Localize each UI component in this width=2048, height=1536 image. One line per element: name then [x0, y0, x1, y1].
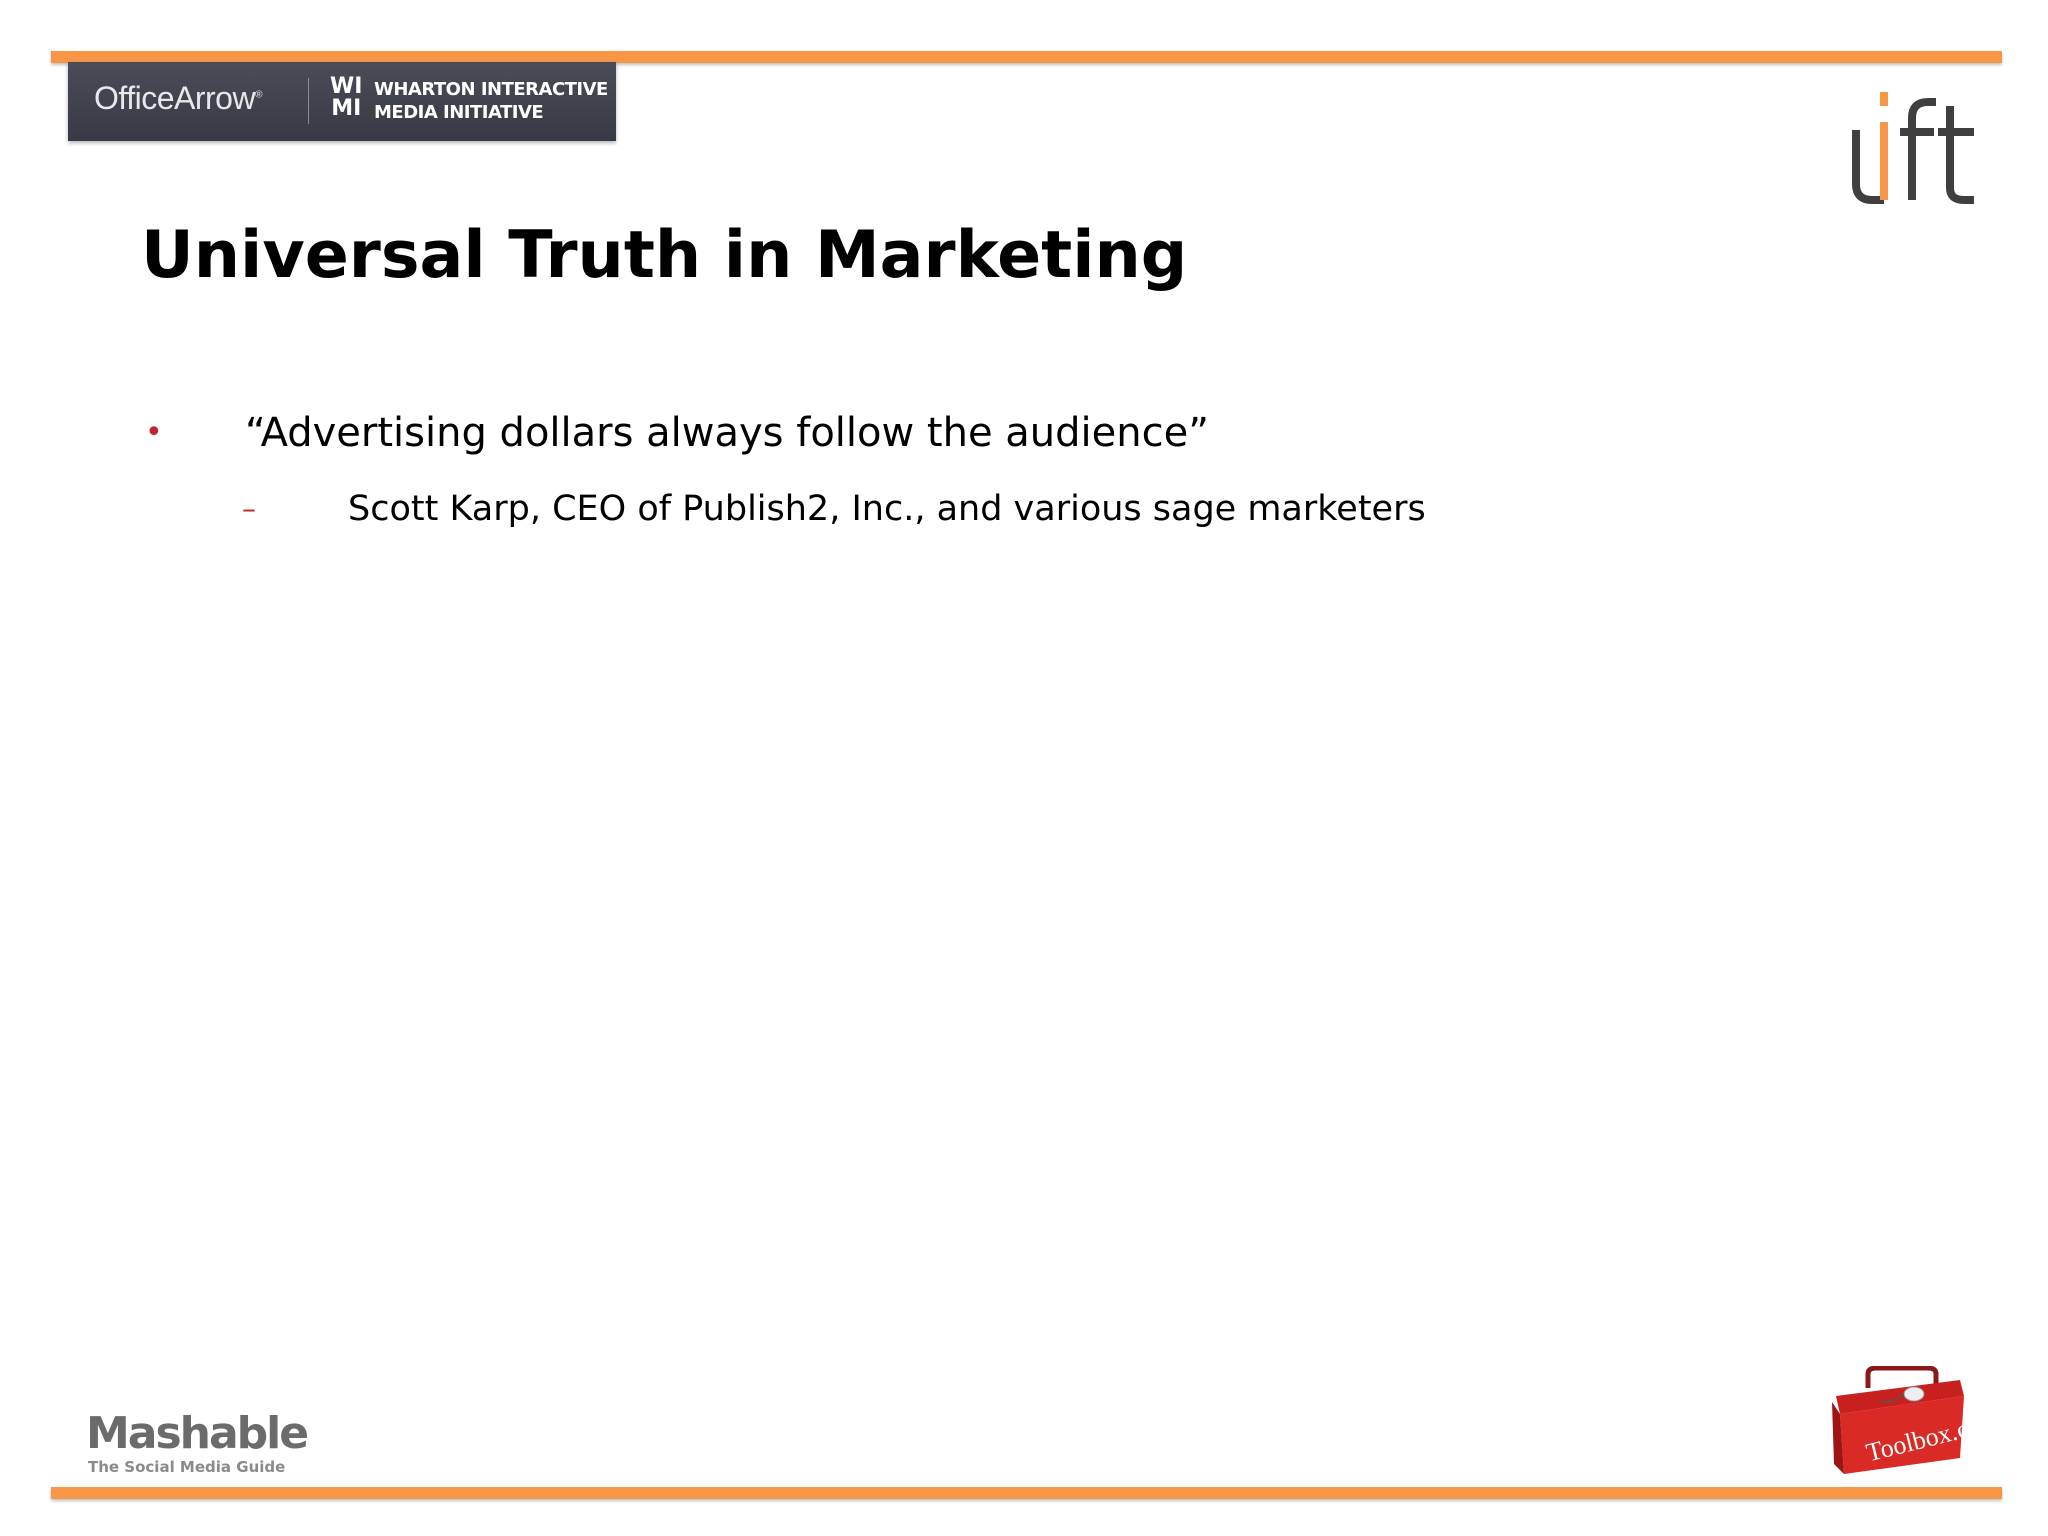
bottom-accent-bar [51, 1487, 2002, 1499]
mashable-logo-tagline: The Social Media Guide [88, 1458, 286, 1476]
mashable-logo-name: Mashable [86, 1408, 309, 1459]
wimi-line-1: WHARTON INTERACTIVE [374, 79, 608, 100]
sub-bullet-text: Scott Karp, CEO of Publish2, Inc., and v… [348, 489, 1426, 529]
sponsor-banner: OfficeArrow® WI MI WHARTON INTERACTIVE M… [68, 62, 616, 141]
banner-divider [308, 78, 309, 124]
bullet-marker: • [145, 415, 163, 450]
officearrow-logo-text: OfficeArrow [94, 80, 256, 116]
wimi-logo-text: WHARTON INTERACTIVE MEDIA INITIATIVE [374, 78, 608, 124]
officearrow-logo: OfficeArrow® [94, 80, 262, 116]
mashable-logo: Mashable The Social Media Guide [86, 1408, 309, 1478]
sub-bullet-marker: – [242, 492, 256, 525]
toolbox-logo: Toolbox.com [1832, 1366, 1968, 1474]
wimi-line-2: MEDIA INITIATIVE [374, 102, 544, 123]
bullet-text: “Advertising dollars always follow the a… [245, 410, 1209, 456]
wimi-logo-mark: WI MI [330, 74, 363, 121]
slide-title: Universal Truth in Marketing [141, 218, 1188, 293]
uft-logo [1852, 92, 1974, 204]
